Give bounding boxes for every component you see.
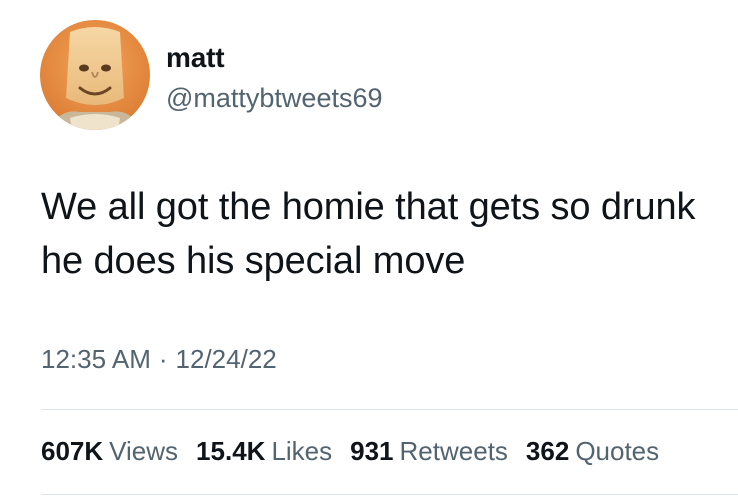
author-handle[interactable]: @mattybtweets69 [166, 82, 383, 114]
divider [41, 409, 738, 410]
likes-stat[interactable]: 15.4K Likes [196, 434, 332, 468]
tweet-time[interactable]: 12:35 AM [41, 342, 151, 376]
views-label: Views [109, 436, 179, 466]
views-count: 607K [41, 436, 104, 466]
quotes-label: Quotes [575, 436, 660, 466]
divider [41, 494, 738, 495]
author-display-name[interactable]: matt [166, 42, 225, 74]
timestamp-separator: · [158, 344, 168, 374]
likes-label: Likes [271, 436, 333, 466]
tweet-stats: 607K Views 15.4K Likes 931 Retweets 362 Quotes [41, 434, 738, 468]
quotes-count: 362 [525, 436, 570, 466]
tweet-timestamp: 12:35 AM · 12/24/22 [41, 342, 277, 376]
tweet-text: We all got the homie that gets so drunk … [41, 186, 696, 282]
views-stat[interactable]: 607K Views [41, 434, 178, 468]
tweet-date[interactable]: 12/24/22 [176, 342, 277, 376]
likes-count: 15.4K [196, 436, 266, 466]
retweets-stat[interactable]: 931 Retweets [350, 434, 508, 468]
retweets-count: 931 [350, 436, 394, 466]
quotes-stat[interactable]: 362 Quotes [526, 434, 659, 468]
retweets-label: Retweets [399, 436, 508, 466]
cartoon-face-avatar-icon [40, 20, 150, 130]
tweet-card: matt @mattybtweets69 We all got the homi… [0, 0, 738, 496]
avatar[interactable] [40, 20, 150, 130]
